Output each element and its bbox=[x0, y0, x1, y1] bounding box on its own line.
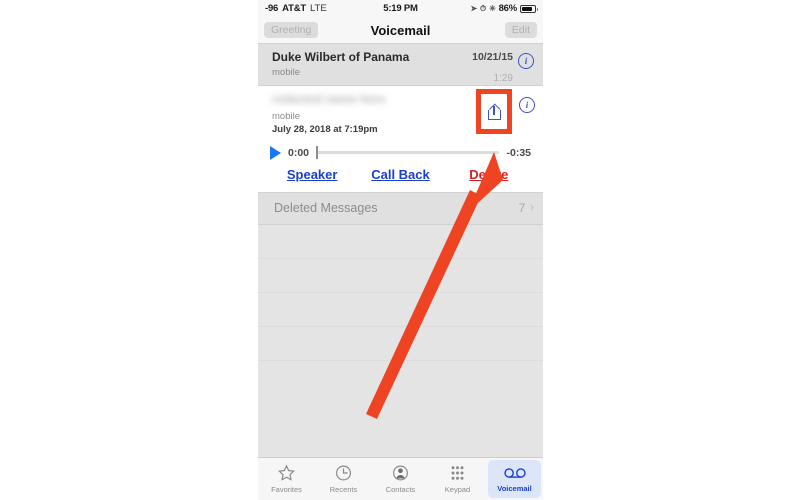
tab-label: Contacts bbox=[385, 485, 416, 494]
network-type-label: LTE bbox=[309, 3, 327, 14]
keypad-icon bbox=[451, 466, 464, 480]
alarm-icon: ⏱ bbox=[480, 3, 487, 13]
voicemail-row-1-meta: 10/21/15 1:29 i bbox=[472, 51, 534, 84]
tab-recents[interactable]: Recents bbox=[317, 460, 370, 498]
tab-favorites[interactable]: Favorites bbox=[260, 460, 313, 498]
tab-label: Recents bbox=[329, 485, 358, 494]
navigation-bar: Greeting Voicemail Edit bbox=[258, 17, 543, 44]
tab-keypad[interactable]: Keypad bbox=[431, 460, 484, 498]
speaker-button[interactable]: Speaker bbox=[268, 167, 356, 182]
tab-contacts[interactable]: Contacts bbox=[374, 460, 427, 498]
carrier-label: AT&T bbox=[282, 3, 306, 14]
battery-percent-label: 86% bbox=[498, 3, 518, 14]
tab-label: Voicemail bbox=[497, 484, 532, 493]
current-time-label: 0:00 bbox=[288, 146, 310, 159]
star-icon bbox=[278, 464, 295, 481]
voicemail-row-2-meta: i bbox=[519, 95, 535, 114]
scrubber-handle[interactable] bbox=[316, 146, 319, 160]
clock-icon bbox=[336, 465, 351, 481]
voicemail-duration: 1:29 bbox=[493, 73, 513, 84]
voicemail-caller-name-redacted: redacted name here bbox=[272, 92, 386, 107]
signal-strength-label: -96 bbox=[265, 3, 279, 14]
voicemail-row-2[interactable]: redacted name here mobile July 28, 2018 … bbox=[258, 86, 543, 138]
deleted-messages-count: 7 bbox=[518, 201, 526, 216]
voicemail-date: 10/21/15 bbox=[472, 51, 513, 63]
audio-player: 0:00 -0:35 bbox=[258, 137, 543, 160]
tab-label: Keypad bbox=[444, 485, 471, 494]
voicemail-row-1[interactable]: Duke Wilbert of Panama mobile 10/21/15 1… bbox=[258, 44, 543, 87]
tab-bar: Favorites Recents Contacts Keypad Voicem… bbox=[258, 457, 543, 500]
remaining-time-label: -0:35 bbox=[506, 146, 531, 159]
delete-button[interactable]: Delete bbox=[445, 167, 533, 182]
voicemail-icon bbox=[503, 468, 526, 478]
info-button[interactable]: i bbox=[518, 53, 534, 69]
empty-row bbox=[258, 327, 543, 361]
location-arrow-icon: ➤ bbox=[470, 3, 478, 13]
phone-screen: -96 AT&T LTE 5:19 PM ➤ ⏱ ✳ 86% Greeting … bbox=[258, 0, 543, 500]
status-bar-right: ➤ ⏱ ✳ 86% bbox=[470, 3, 538, 14]
status-bar: -96 AT&T LTE 5:19 PM ➤ ⏱ ✳ 86% bbox=[258, 0, 543, 17]
edit-button[interactable]: Edit bbox=[504, 21, 537, 39]
greeting-button[interactable]: Greeting bbox=[264, 21, 319, 39]
scrubber-track[interactable] bbox=[316, 146, 500, 160]
action-row: Speaker Call Back Delete bbox=[258, 159, 543, 192]
deleted-messages-label: Deleted Messages bbox=[274, 201, 378, 216]
share-icon[interactable] bbox=[487, 103, 501, 120]
empty-row bbox=[258, 225, 543, 259]
tab-voicemail[interactable]: Voicemail bbox=[488, 460, 541, 498]
chevron-right-icon: › bbox=[530, 202, 534, 215]
empty-row bbox=[258, 293, 543, 327]
info-button[interactable]: i bbox=[519, 97, 535, 114]
call-back-button[interactable]: Call Back bbox=[356, 167, 444, 182]
deleted-messages-row[interactable]: Deleted Messages 7 › bbox=[258, 191, 543, 225]
empty-list-area bbox=[258, 224, 543, 361]
share-button-highlight bbox=[476, 89, 512, 135]
bluetooth-icon: ✳ bbox=[489, 3, 496, 13]
battery-icon bbox=[520, 4, 538, 13]
play-button[interactable] bbox=[270, 145, 281, 160]
person-icon bbox=[393, 465, 408, 481]
empty-row bbox=[258, 259, 543, 293]
tab-label: Favorites bbox=[271, 485, 302, 494]
status-bar-left: -96 AT&T LTE bbox=[265, 3, 327, 14]
